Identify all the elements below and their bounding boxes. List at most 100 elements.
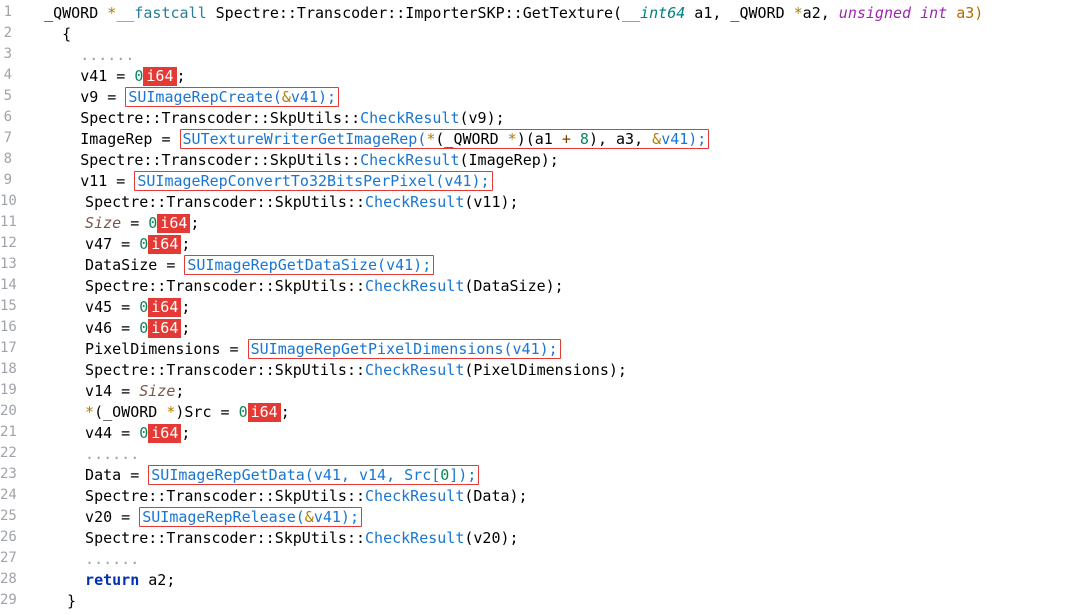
ellipsis: ...... [85, 445, 139, 463]
line-number: 13 [0, 255, 31, 276]
i64-suffix-highlight: i64 [148, 424, 181, 443]
code-line: 26 Spectre::Transcoder::SkpUtils::CheckR… [0, 528, 983, 549]
line-content: Spectre::Transcoder::SkpUtils::CheckResu… [31, 360, 627, 381]
code-line: 10 Spectre::Transcoder::SkpUtils::CheckR… [0, 192, 983, 213]
code-line: 5 v9 = SUImageRepCreate(&v41); [0, 87, 983, 108]
code-line: 11 Size = 0i64; [0, 213, 983, 234]
line-content: _QWORD *__fastcall Spectre::Transcoder::… [26, 3, 983, 24]
code-line: 18 Spectre::Transcoder::SkpUtils::CheckR… [0, 360, 983, 381]
line-number: 25 [0, 507, 31, 528]
api-call: SUImageRepCreate( [128, 88, 282, 106]
calling-conv: __fastcall [116, 4, 215, 22]
code-line: 29 } [0, 591, 983, 612]
code-line: 27 ...... [0, 549, 983, 570]
line-number: 1 [0, 3, 26, 24]
line-number: 7 [0, 129, 26, 150]
i64-suffix-highlight: i64 [148, 235, 181, 254]
func-qualified-name: Spectre::Transcoder::ImporterSKP::GetTex… [216, 4, 613, 22]
line-content: } [31, 591, 76, 612]
close-brace: } [67, 592, 76, 610]
line-number: 12 [0, 234, 31, 255]
line-content: ...... [26, 45, 134, 66]
ret-type: _QWORD [44, 4, 107, 22]
code-body[interactable]: 1 _QWORD *__fastcall Spectre::Transcoder… [0, 3, 983, 612]
line-content: v20 = SUImageRepRelease(&v41); [31, 507, 362, 528]
code-line: 12 v47 = 0i64; [0, 234, 983, 255]
line-content: v44 = 0i64; [31, 423, 191, 444]
line-content: { [26, 24, 71, 45]
line-number: 23 [0, 465, 31, 486]
code-line: 21 v44 = 0i64; [0, 423, 983, 444]
i64-suffix-highlight: i64 [143, 67, 176, 86]
api-call: SUImageRepGetDataSize(v41); [187, 256, 431, 274]
code-line: 24 Spectre::Transcoder::SkpUtils::CheckR… [0, 486, 983, 507]
line-number: 27 [0, 549, 31, 570]
line-number: 21 [0, 423, 31, 444]
highlight-box: SUImageRepGetPixelDimensions(v41); [248, 339, 561, 359]
line-content: v45 = 0i64; [31, 297, 191, 318]
code-line: 13 DataSize = SUImageRepGetDataSize(v41)… [0, 255, 983, 276]
line-content: PixelDimensions = SUImageRepGetPixelDime… [31, 339, 561, 360]
code-line: 16 v46 = 0i64; [0, 318, 983, 339]
api-call: SUImageRepRelease( [142, 508, 305, 526]
line-number: 16 [0, 318, 31, 339]
check-result: CheckResult [360, 109, 459, 127]
line-content: Spectre::Transcoder::SkpUtils::CheckResu… [31, 192, 519, 213]
code-line: 6 Spectre::Transcoder::SkpUtils::CheckRe… [0, 108, 983, 129]
line-number: 11 [0, 213, 31, 234]
line-content: Spectre::Transcoder::SkpUtils::CheckResu… [26, 108, 505, 129]
line-number: 9 [0, 171, 26, 192]
param-name: a3) [947, 4, 983, 22]
line-number: 18 [0, 360, 31, 381]
code-line: 22 ...... [0, 444, 983, 465]
code-line: 17 PixelDimensions = SUImageRepGetPixelD… [0, 339, 983, 360]
line-content: v41 = 0i64; [26, 66, 186, 87]
line-content: Spectre::Transcoder::SkpUtils::CheckResu… [31, 276, 564, 297]
code-line: 8 Spectre::Transcoder::SkpUtils::CheckRe… [0, 150, 983, 171]
return-kw: return [85, 571, 139, 589]
line-content: v11 = SUImageRepConvertTo32BitsPerPixel(… [26, 171, 493, 192]
line-number: 3 [0, 45, 26, 66]
code-line: 25 v20 = SUImageRepRelease(&v41); [0, 507, 983, 528]
highlight-box: SUImageRepGetData(v41, v14, Src[0]); [148, 465, 479, 485]
line-content: v47 = 0i64; [31, 234, 191, 255]
line-number: 26 [0, 528, 31, 549]
ellipsis: ...... [85, 550, 139, 568]
api-call: SUImageRepGetData(v41, v14, Src[ [151, 466, 440, 484]
line-number: 8 [0, 150, 26, 171]
open-brace: { [62, 25, 71, 43]
line-number: 15 [0, 297, 31, 318]
line-number: 24 [0, 486, 31, 507]
ellipsis: ...... [80, 46, 134, 64]
i64-suffix-highlight: i64 [157, 214, 190, 233]
code-line: 19 v14 = Size; [0, 381, 983, 402]
api-call: SUTextureWriterGetImageRep( [183, 130, 427, 148]
line-content: Size = 0i64; [31, 213, 200, 234]
code-line: 28 return a2; [0, 570, 983, 591]
line-content: Spectre::Transcoder::SkpUtils::CheckResu… [26, 150, 559, 171]
code-line: 4 v41 = 0i64; [0, 66, 983, 87]
line-content: DataSize = SUImageRepGetDataSize(v41); [31, 255, 434, 276]
i64-suffix-highlight: i64 [248, 403, 281, 422]
param-type: unsigned int [839, 4, 947, 22]
line-content: ...... [31, 549, 139, 570]
pointer-star: * [107, 4, 116, 22]
line-number: 28 [0, 570, 31, 591]
line-content: v14 = Size; [31, 381, 185, 402]
line-number: 2 [0, 24, 26, 45]
highlight-box: SUImageRepGetDataSize(v41); [184, 255, 434, 275]
line-number: 6 [0, 108, 26, 129]
line-number: 22 [0, 444, 31, 465]
code-line: 23 Data = SUImageRepGetData(v41, v14, Sr… [0, 465, 983, 486]
code-line: 14 Spectre::Transcoder::SkpUtils::CheckR… [0, 276, 983, 297]
code-line: 20 *(_OWORD *)Src = 0i64; [0, 402, 983, 423]
code-line: 1 _QWORD *__fastcall Spectre::Transcoder… [0, 3, 983, 24]
line-number: 5 [0, 87, 26, 108]
highlight-box: SUImageRepRelease(&v41); [139, 507, 362, 527]
line-number: 4 [0, 66, 26, 87]
line-number: 19 [0, 381, 31, 402]
line-content: return a2; [31, 570, 176, 591]
local-var: Size [85, 214, 121, 232]
line-number: 20 [0, 402, 31, 423]
param-type: __int64 [622, 4, 685, 22]
